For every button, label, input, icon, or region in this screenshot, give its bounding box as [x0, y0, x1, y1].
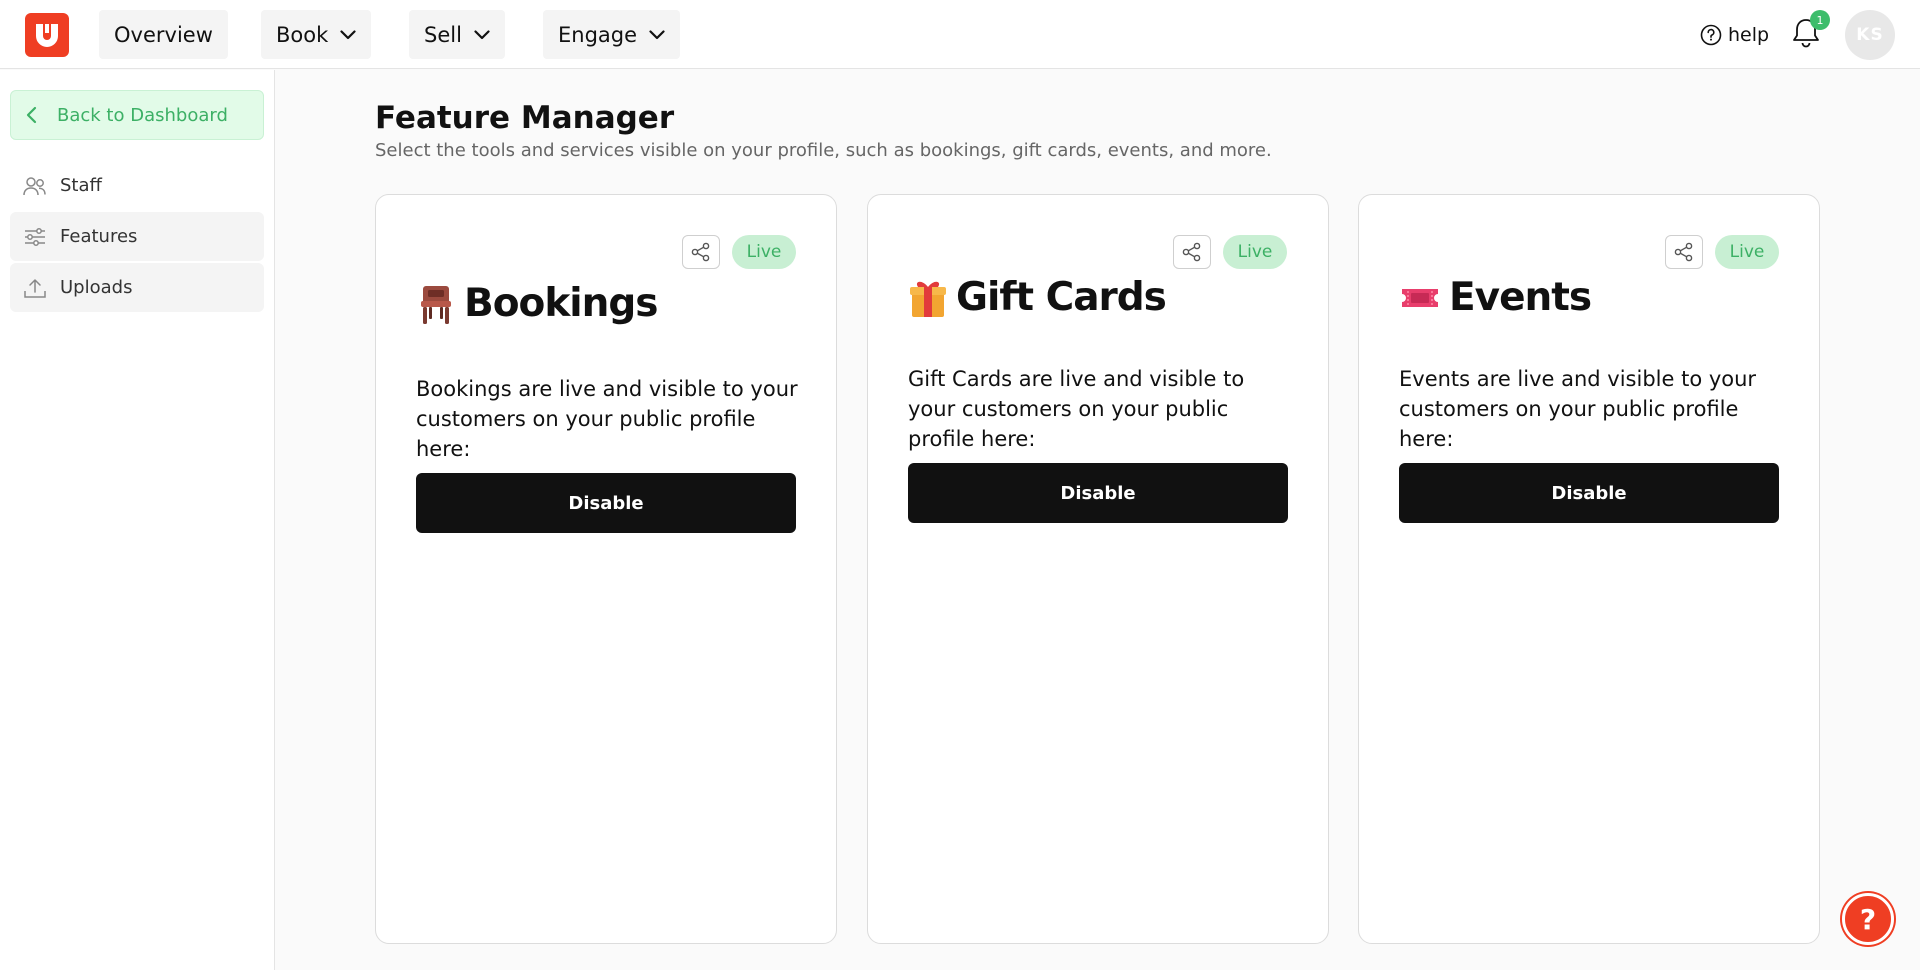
back-to-dashboard-label: Back to Dashboard	[57, 104, 228, 126]
chevron-down-icon	[340, 29, 356, 40]
card-title-label: Gift Cards	[956, 275, 1167, 320]
disable-button[interactable]: Disable	[908, 463, 1288, 523]
support-help-button[interactable]: ?	[1842, 893, 1894, 945]
sidebar: Back to Dashboard Staff Features Uploads	[0, 70, 275, 970]
sidebar-item-label: Staff	[60, 175, 102, 196]
sliders-icon	[25, 227, 45, 246]
share-icon	[1674, 242, 1693, 262]
status-badge: Live	[732, 235, 796, 269]
disable-button[interactable]: Disable	[1399, 463, 1779, 523]
help-circle-icon	[1700, 24, 1722, 46]
top-navigation-bar: Overview Book Sell Engage help 1 KS	[0, 0, 1920, 69]
sidebar-item-label: Features	[60, 226, 138, 247]
card-title: Events	[1399, 275, 1592, 320]
share-button[interactable]	[682, 235, 720, 269]
logo-icon	[36, 24, 58, 47]
nav-engage-dropdown[interactable]: Engage	[543, 10, 681, 59]
share-icon	[1182, 242, 1201, 262]
page-title: Feature Manager	[375, 100, 675, 136]
nav-overview-label: Overview	[114, 22, 213, 47]
sidebar-item-uploads[interactable]: Uploads	[10, 263, 264, 312]
nav-overview[interactable]: Overview	[99, 10, 228, 59]
feature-card-events: Live Events Events are live and visible …	[1358, 194, 1820, 944]
gift-icon	[908, 277, 948, 319]
card-description: Gift Cards are live and visible to your …	[908, 367, 1245, 451]
chevron-down-icon	[474, 29, 490, 40]
help-label: help	[1728, 24, 1770, 46]
ticket-icon	[1399, 277, 1441, 319]
users-icon	[23, 176, 46, 195]
share-button[interactable]	[1665, 235, 1703, 269]
sidebar-item-staff[interactable]: Staff	[10, 161, 264, 210]
sidebar-item-label: Uploads	[60, 277, 133, 298]
chevron-down-icon	[649, 29, 665, 40]
nav-book-dropdown[interactable]: Book	[261, 10, 372, 59]
card-title: Bookings	[416, 281, 659, 326]
feature-card-bookings: Live Bookings Bookings are live and visi…	[375, 194, 837, 944]
page-subtitle: Select the tools and services visible on…	[375, 140, 1272, 161]
card-title-label: Bookings	[464, 281, 659, 326]
nav-book-label: Book	[276, 22, 329, 47]
card-description: Bookings are live and visible to your cu…	[416, 377, 798, 461]
chevron-left-icon	[26, 106, 37, 124]
nav-sell-dropdown[interactable]: Sell	[409, 10, 505, 59]
help-link[interactable]: help	[1700, 20, 1769, 50]
status-badge: Live	[1223, 235, 1287, 269]
brand-logo[interactable]	[25, 13, 69, 57]
notification-count-badge: 1	[1810, 10, 1830, 30]
share-icon	[691, 242, 710, 262]
status-badge: Live	[1715, 235, 1779, 269]
feature-card-gift-cards: Live Gift Cards Gift Cards are live and …	[867, 194, 1329, 944]
back-to-dashboard-button[interactable]: Back to Dashboard	[10, 90, 264, 140]
sidebar-item-features[interactable]: Features	[10, 212, 264, 261]
card-title: Gift Cards	[908, 275, 1167, 320]
nav-engage-label: Engage	[558, 22, 638, 47]
card-description: Events are live and visible to your cust…	[1399, 367, 1757, 451]
chair-icon	[416, 282, 456, 326]
disable-button[interactable]: Disable	[416, 473, 796, 533]
share-button[interactable]	[1173, 235, 1211, 269]
upload-icon	[24, 278, 46, 298]
user-avatar[interactable]: KS	[1845, 10, 1895, 60]
nav-sell-label: Sell	[424, 22, 462, 47]
card-title-label: Events	[1449, 275, 1592, 320]
